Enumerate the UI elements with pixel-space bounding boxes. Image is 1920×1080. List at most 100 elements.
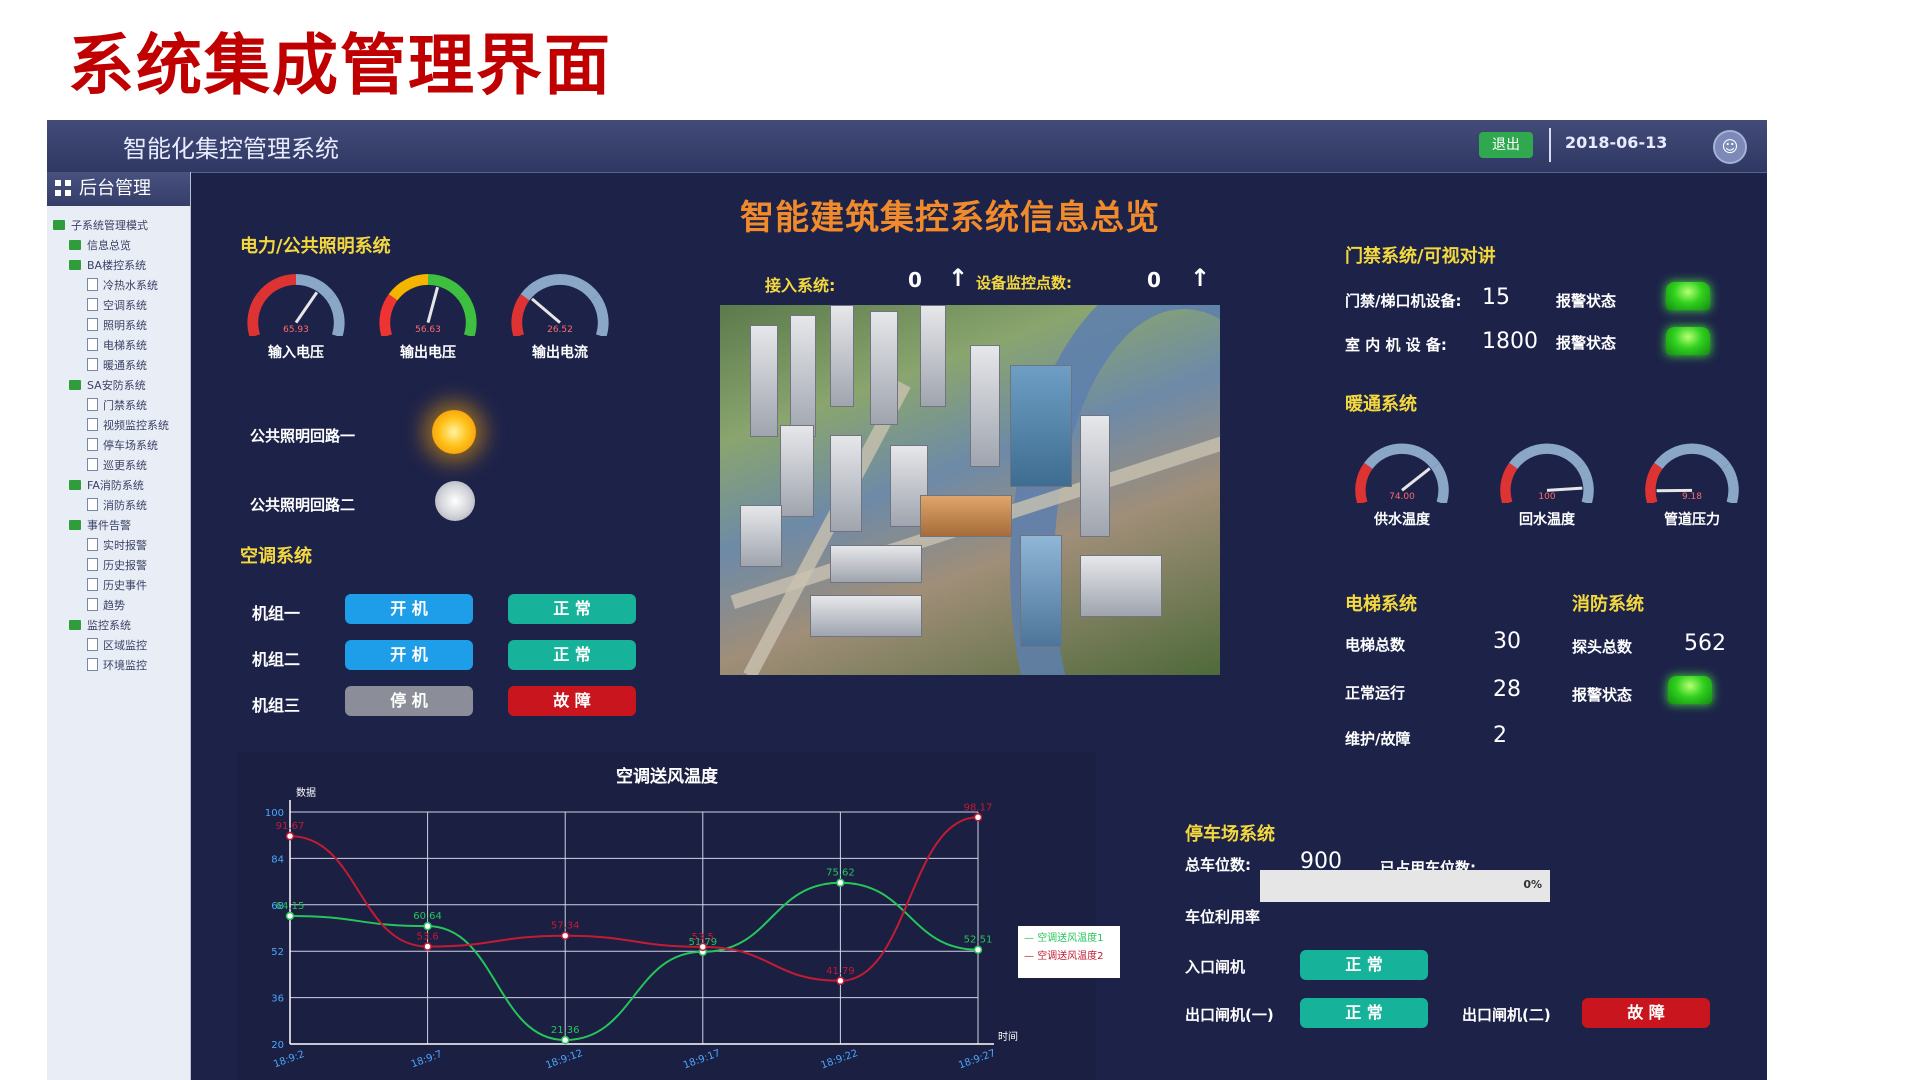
document-icon bbox=[87, 638, 98, 651]
data-label: 91.67 bbox=[276, 821, 305, 832]
tree-item-label: 监控系统 bbox=[87, 619, 131, 632]
tree-item-label: 门禁系统 bbox=[103, 399, 147, 412]
document-icon bbox=[87, 398, 98, 411]
x-tick-label: 18:9:17 bbox=[682, 1048, 722, 1072]
data-label: 41.79 bbox=[826, 966, 855, 977]
tree-item[interactable]: 环境监控 bbox=[53, 656, 190, 676]
gauge-value: 74.00 bbox=[1389, 492, 1415, 503]
data-point bbox=[698, 942, 708, 952]
ac-unit-label: 机组二 bbox=[252, 650, 301, 669]
gauge-value: 26.52 bbox=[547, 324, 573, 335]
exit-gate-1-label: 出口闸机(一) bbox=[1185, 1006, 1274, 1024]
tree-item[interactable]: 视频监控系统 bbox=[53, 416, 190, 436]
parking-total-label: 总车位数: bbox=[1185, 856, 1251, 874]
data-point bbox=[836, 976, 845, 986]
logout-button[interactable]: 退出 bbox=[1479, 132, 1533, 158]
elevator-total-label: 电梯总数 bbox=[1345, 636, 1406, 654]
parking-usage-label: 车位利用率 bbox=[1185, 908, 1261, 926]
entry-gate-status[interactable]: 正 常 bbox=[1300, 950, 1428, 980]
tree-item[interactable]: 历史报警 bbox=[53, 556, 190, 576]
y-tick-label: 100 bbox=[265, 808, 284, 819]
elevator-running-label: 正常运行 bbox=[1345, 684, 1406, 702]
ac-unit-run-button[interactable]: 开 机 bbox=[345, 594, 473, 624]
data-label: 53.6 bbox=[416, 932, 438, 943]
exit-gate-1-status[interactable]: 正 常 bbox=[1300, 998, 1428, 1028]
x-axis-label: 时间 bbox=[998, 1030, 1018, 1043]
data-label: 98.17 bbox=[964, 802, 993, 813]
lighting-loop-2-label: 公共照明回路二 bbox=[250, 496, 356, 514]
ac-unit-label: 机组一 bbox=[252, 604, 301, 623]
tree-item[interactable]: SA安防系统 bbox=[53, 376, 190, 396]
tree-item[interactable]: 监控系统 bbox=[53, 616, 190, 636]
alarm-light-icon bbox=[1666, 282, 1710, 310]
folder-icon bbox=[69, 260, 81, 270]
ac-section-title: 空调系统 bbox=[240, 546, 312, 567]
parking-section-title: 停车场系统 bbox=[1185, 824, 1275, 845]
grid-icon bbox=[55, 180, 71, 196]
tree-item[interactable]: BA楼控系统 bbox=[53, 256, 190, 276]
tree-item-label: 消防系统 bbox=[103, 499, 147, 512]
data-point bbox=[285, 911, 295, 921]
date-display: 2018-06-13 bbox=[1565, 133, 1668, 152]
fire-probe-value: 562 bbox=[1684, 631, 1726, 656]
tree-item[interactable]: 信息总览 bbox=[53, 236, 190, 256]
y-axis-label: 数据 bbox=[296, 786, 316, 799]
data-point bbox=[285, 831, 295, 841]
tree-item[interactable]: 区域监控 bbox=[53, 636, 190, 656]
tree-item-label: 暖通系统 bbox=[103, 359, 147, 372]
data-label: 21.36 bbox=[551, 1025, 580, 1036]
tree-item[interactable]: 冷热水系统 bbox=[53, 276, 190, 296]
tree-item[interactable]: 照明系统 bbox=[53, 316, 190, 336]
fire-section-title: 消防系统 bbox=[1572, 594, 1644, 615]
tree-item[interactable]: 趋势 bbox=[53, 596, 190, 616]
arrow-up-icon: ↑ bbox=[1190, 264, 1211, 292]
folder-icon bbox=[53, 220, 65, 230]
fire-probe-label: 探头总数 bbox=[1572, 638, 1633, 656]
tree-item[interactable]: 停车场系统 bbox=[53, 436, 190, 456]
ac-unit-status-badge: 正 常 bbox=[508, 640, 636, 670]
tree-item[interactable]: 门禁系统 bbox=[53, 396, 190, 416]
tree-item[interactable]: 巡更系统 bbox=[53, 456, 190, 476]
tree-item[interactable]: 事件告警 bbox=[53, 516, 190, 536]
slide-title: 系统集成管理界面 bbox=[68, 27, 612, 104]
document-icon bbox=[87, 598, 98, 611]
tree-item[interactable]: FA消防系统 bbox=[53, 476, 190, 496]
data-point bbox=[423, 921, 432, 931]
gauge: 26.52 输出电流 bbox=[506, 260, 614, 363]
gauge-value: 9.18 bbox=[1681, 492, 1703, 503]
tree-item[interactable]: 消防系统 bbox=[53, 496, 190, 516]
gauge-value: 100 bbox=[1538, 492, 1556, 503]
tree-item[interactable]: 电梯系统 bbox=[53, 336, 190, 356]
tree-item[interactable]: 历史事件 bbox=[53, 576, 190, 596]
hvac-section-title: 暖通系统 bbox=[1345, 394, 1417, 415]
tree-item-label: 区域监控 bbox=[103, 639, 147, 652]
tree-item[interactable]: 暖通系统 bbox=[53, 356, 190, 376]
document-icon bbox=[87, 418, 98, 431]
tree-item-label: 冷热水系统 bbox=[103, 279, 158, 292]
app-title: 智能化集控管理系统 bbox=[123, 135, 339, 163]
entry-gate-label: 入口闸机 bbox=[1185, 958, 1246, 976]
exit-gate-2-status[interactable]: 故 障 bbox=[1582, 998, 1710, 1028]
tree-item[interactable]: 空调系统 bbox=[53, 296, 190, 316]
ac-unit-run-button[interactable]: 开 机 bbox=[345, 640, 473, 670]
gauge: 74.00 供水温度 bbox=[1350, 430, 1454, 529]
gauge-label: 输出电压 bbox=[400, 345, 456, 362]
tree-item-label: 子系统管理模式 bbox=[71, 219, 148, 232]
sidebar-header-label: 后台管理 bbox=[79, 178, 151, 199]
tree-item-label: SA安防系统 bbox=[87, 379, 146, 392]
document-icon bbox=[87, 318, 98, 331]
ac-unit-label: 机组三 bbox=[252, 696, 301, 715]
series-line bbox=[289, 816, 979, 982]
tree-item[interactable]: 子系统管理模式 bbox=[53, 216, 190, 236]
tree-item-label: 巡更系统 bbox=[103, 459, 147, 472]
ac-unit-run-button[interactable]: 停 机 bbox=[345, 686, 473, 716]
gauge: 100 回水温度 bbox=[1495, 430, 1599, 529]
tree-item[interactable]: 实时报警 bbox=[53, 536, 190, 556]
data-point bbox=[560, 931, 570, 940]
tree-item-label: 实时报警 bbox=[103, 539, 147, 552]
document-icon bbox=[87, 438, 98, 451]
document-icon bbox=[87, 458, 98, 471]
data-point bbox=[973, 813, 983, 822]
gauge-label: 回水温度 bbox=[1519, 512, 1575, 529]
user-icon[interactable]: ☺ bbox=[1713, 130, 1747, 164]
